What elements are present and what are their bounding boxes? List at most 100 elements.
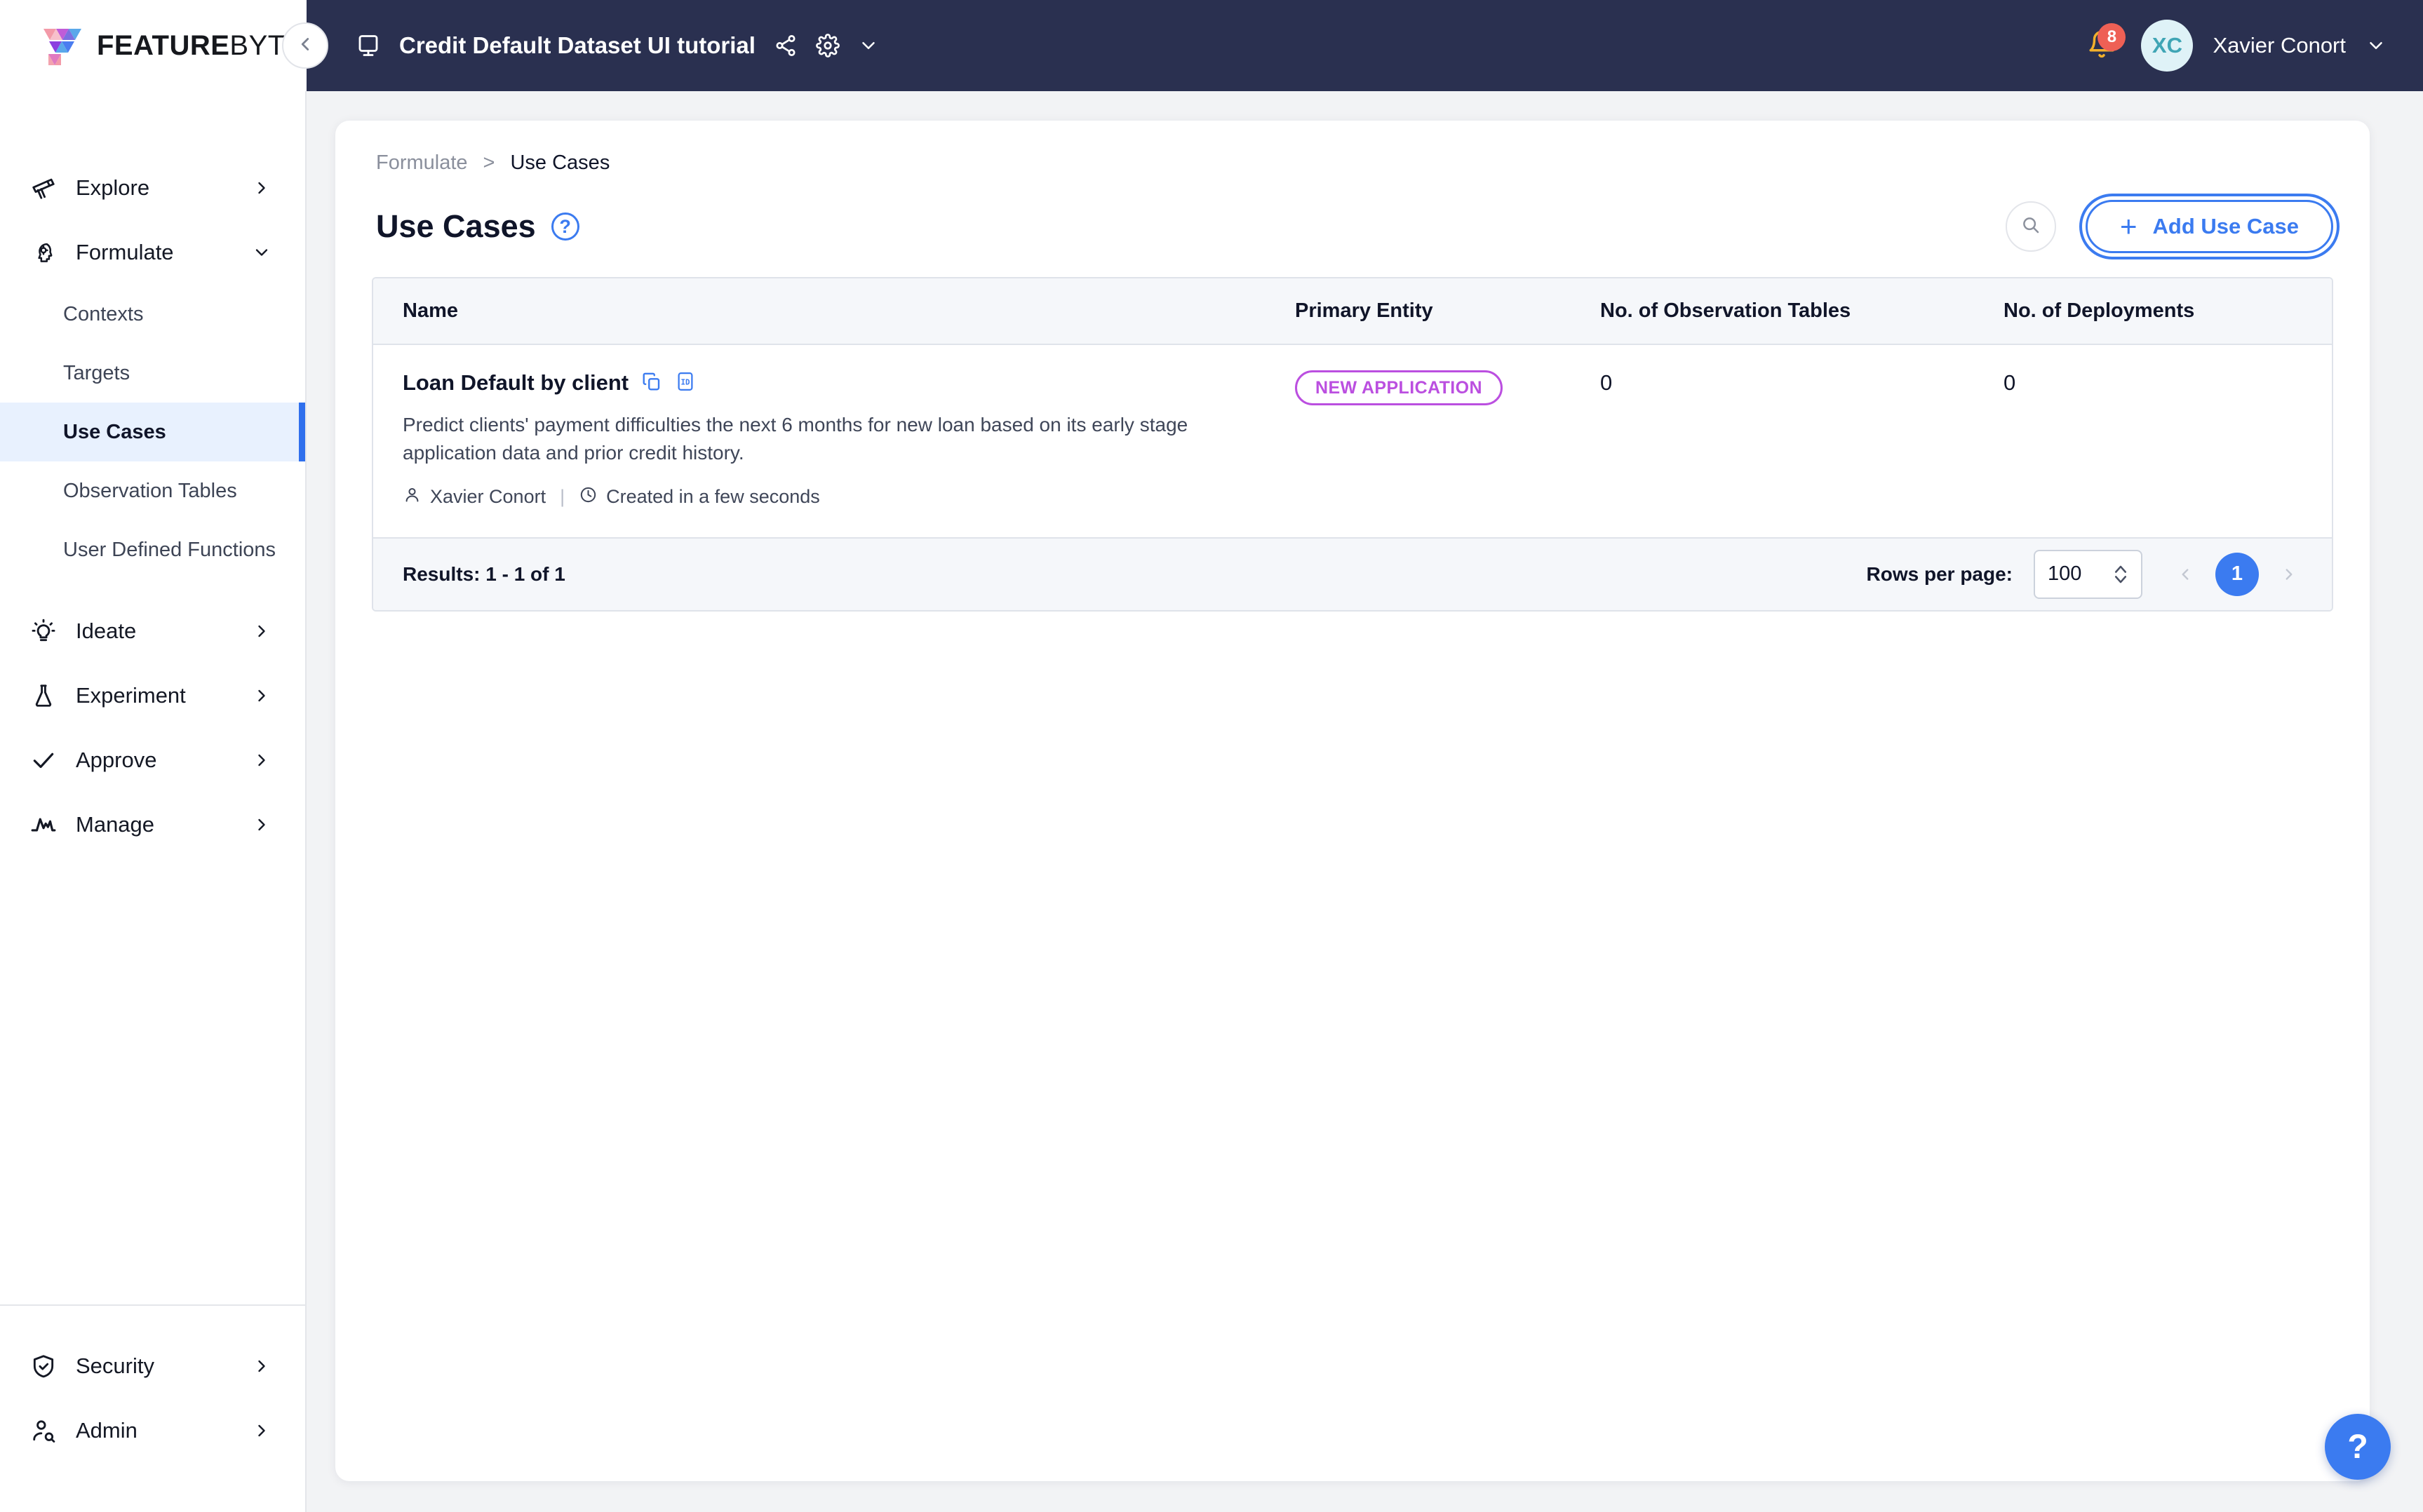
- user-icon: [403, 485, 422, 509]
- sidebar-label: Explore: [76, 175, 150, 200]
- shield-check-icon: [29, 1352, 58, 1380]
- table-row[interactable]: Loan Default by client ID Predict client…: [373, 345, 2332, 537]
- pagination-next-button[interactable]: [2267, 553, 2311, 596]
- plus-icon: +: [2120, 210, 2137, 243]
- breadcrumb-parent[interactable]: Formulate: [376, 151, 468, 175]
- project-selector[interactable]: Credit Default Dataset UI tutorial: [356, 32, 879, 59]
- id-icon[interactable]: ID: [675, 371, 696, 396]
- sidebar-item-approve[interactable]: Approve: [0, 728, 305, 792]
- pagination-prev-button[interactable]: [2163, 553, 2207, 596]
- sidebar-item-explore[interactable]: Explore: [0, 156, 305, 220]
- sidebar-label: Ideate: [76, 619, 137, 643]
- table-header-row: Name Primary Entity No. of Observation T…: [373, 278, 2332, 345]
- copy-icon[interactable]: [641, 371, 662, 396]
- clock-icon: [579, 485, 598, 509]
- main-content-panel: Formulate > Use Cases Use Cases ? + Add …: [335, 121, 2370, 1481]
- use-case-meta: Xavier Conort | Created in a few seconds: [403, 485, 1295, 509]
- sidebar-item-user-defined-functions[interactable]: User Defined Functions: [0, 520, 305, 579]
- sidebar-collapse-button[interactable]: [282, 22, 328, 69]
- sidebar-item-use-cases[interactable]: Use Cases: [0, 403, 305, 461]
- pager: 1: [2163, 552, 2311, 596]
- telescope-icon: [29, 174, 58, 202]
- notification-count-badge: 8: [2098, 23, 2126, 51]
- brain-gear-icon: [29, 238, 58, 266]
- stepper-arrows-icon: [2113, 562, 2128, 586]
- sidebar-label: Approve: [76, 748, 157, 772]
- cell-deployments: 0: [2003, 370, 2016, 395]
- page-help-icon[interactable]: ?: [551, 212, 579, 241]
- top-bar-right: 8 XC Xavier Conort: [2082, 20, 2423, 72]
- svg-text:ID: ID: [681, 377, 690, 386]
- sidebar-item-security[interactable]: Security: [0, 1334, 305, 1398]
- sidebar-label: Experiment: [76, 683, 186, 708]
- pagination-page-1[interactable]: 1: [2215, 552, 2259, 596]
- column-header-primary-entity: Primary Entity: [1295, 299, 1433, 322]
- author-group: Xavier Conort: [403, 485, 546, 509]
- share-icon[interactable]: [774, 34, 798, 58]
- cell-name: Loan Default by client ID Predict client…: [390, 370, 1295, 509]
- sidebar-item-formulate[interactable]: Formulate: [0, 220, 305, 285]
- chevron-right-icon: [252, 1356, 271, 1376]
- chevron-right-icon: [252, 686, 271, 706]
- sidebar-label: Admin: [76, 1418, 137, 1443]
- sidebar-label: Manage: [76, 812, 155, 837]
- avatar[interactable]: XC: [2141, 20, 2194, 72]
- sidebar-item-ideate[interactable]: Ideate: [0, 599, 305, 663]
- app-logo[interactable]: FEATUREBYTE: [42, 20, 304, 71]
- search-button[interactable]: [2006, 201, 2056, 252]
- top-nav-zone: Credit Default Dataset UI tutorial 8 XC …: [282, 0, 2423, 91]
- chevron-right-icon: [252, 178, 271, 198]
- sidebar-item-manage[interactable]: Manage: [0, 792, 305, 857]
- user-name: Xavier Conort: [2213, 33, 2346, 58]
- monitor-icon: [356, 33, 381, 58]
- chevron-right-icon: [252, 1421, 271, 1440]
- flask-icon: [29, 682, 58, 710]
- page-header: Use Cases ? + Add Use Case: [372, 200, 2333, 253]
- featurebyte-logo-icon: [42, 20, 86, 71]
- user-menu-chevron-down-icon[interactable]: [2365, 35, 2387, 56]
- sidebar-bottom-nav: Security Admin: [0, 1304, 305, 1512]
- cell-primary-entity: NEW APPLICATION: [1295, 370, 1600, 509]
- sidebar-item-experiment[interactable]: Experiment: [0, 663, 305, 728]
- page-title: Use Cases: [376, 208, 536, 244]
- sidebar-item-admin[interactable]: Admin: [0, 1398, 305, 1463]
- chevron-right-icon: [252, 815, 271, 835]
- pulse-icon: [29, 811, 58, 839]
- sidebar-main-nav: Explore Formulate Contexts Targets Use C…: [0, 91, 305, 857]
- pagination-controls: Rows per page: 100 1: [1866, 549, 2311, 599]
- user-search-icon: [29, 1417, 58, 1445]
- top-bar: FEATUREBYTE Credit Default Dataset UI tu…: [0, 0, 2423, 91]
- sidebar-item-observation-tables[interactable]: Observation Tables: [0, 461, 305, 520]
- column-header-deployments: No. of Deployments: [2003, 299, 2195, 322]
- sidebar-item-contexts[interactable]: Contexts: [0, 285, 305, 344]
- sidebar-label: Formulate: [76, 240, 174, 264]
- add-use-case-button[interactable]: + Add Use Case: [2086, 200, 2333, 253]
- table-footer: Results: 1 - 1 of 1 Rows per page: 100 1: [373, 536, 2332, 610]
- chevron-right-icon: [252, 750, 271, 770]
- notifications-button[interactable]: 8: [2082, 23, 2126, 65]
- use-cases-table: Name Primary Entity No. of Observation T…: [372, 277, 2333, 612]
- project-chevron-down-icon[interactable]: [858, 35, 879, 56]
- rows-per-page-value: 100: [2048, 562, 2082, 585]
- status-badge[interactable]: NEW APPLICATION: [1295, 370, 1503, 405]
- rows-per-page-label: Rows per page:: [1866, 562, 2013, 585]
- page-header-actions: + Add Use Case: [2006, 200, 2333, 253]
- cell-observation-tables: 0: [1600, 370, 1613, 395]
- use-case-title-group: Loan Default by client ID: [403, 370, 1295, 396]
- rows-per-page-select[interactable]: 100: [2034, 549, 2142, 599]
- app-root: FEATUREBYTE Credit Default Dataset UI tu…: [0, 0, 2423, 1512]
- breadcrumb-current: Use Cases: [510, 151, 610, 174]
- use-case-description: Predict clients' payment difficulties th…: [403, 414, 1188, 464]
- breadcrumb-separator: >: [483, 151, 495, 174]
- column-header-observation-tables: No. of Observation Tables: [1600, 299, 1851, 322]
- gear-icon[interactable]: [816, 34, 840, 58]
- add-use-case-label: Add Use Case: [2152, 214, 2299, 238]
- use-case-name[interactable]: Loan Default by client: [403, 370, 629, 396]
- help-icon[interactable]: ?: [2325, 1414, 2391, 1480]
- project-title: Credit Default Dataset UI tutorial: [399, 32, 756, 58]
- sidebar-item-targets[interactable]: Targets: [0, 344, 305, 403]
- created-text: Created in a few seconds: [606, 486, 820, 507]
- chevron-right-icon: [252, 621, 271, 641]
- chevron-left-icon: [295, 34, 316, 58]
- meta-separator: |: [560, 486, 565, 507]
